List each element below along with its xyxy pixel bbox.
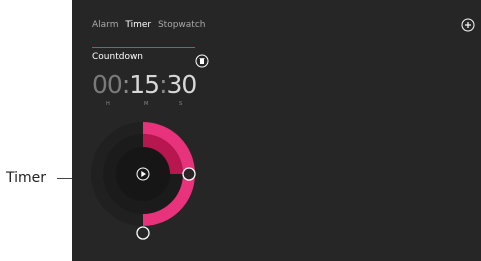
callout-line — [57, 178, 72, 179]
minutes-drag-handle[interactable] — [136, 226, 150, 240]
seconds-drag-handle[interactable] — [182, 167, 196, 181]
callout-label: Timer — [6, 170, 47, 186]
timer-dial — [91, 122, 196, 240]
alarms-app-window: Alarm Timer Stopwatch Countdown 00:15:30… — [72, 0, 481, 261]
